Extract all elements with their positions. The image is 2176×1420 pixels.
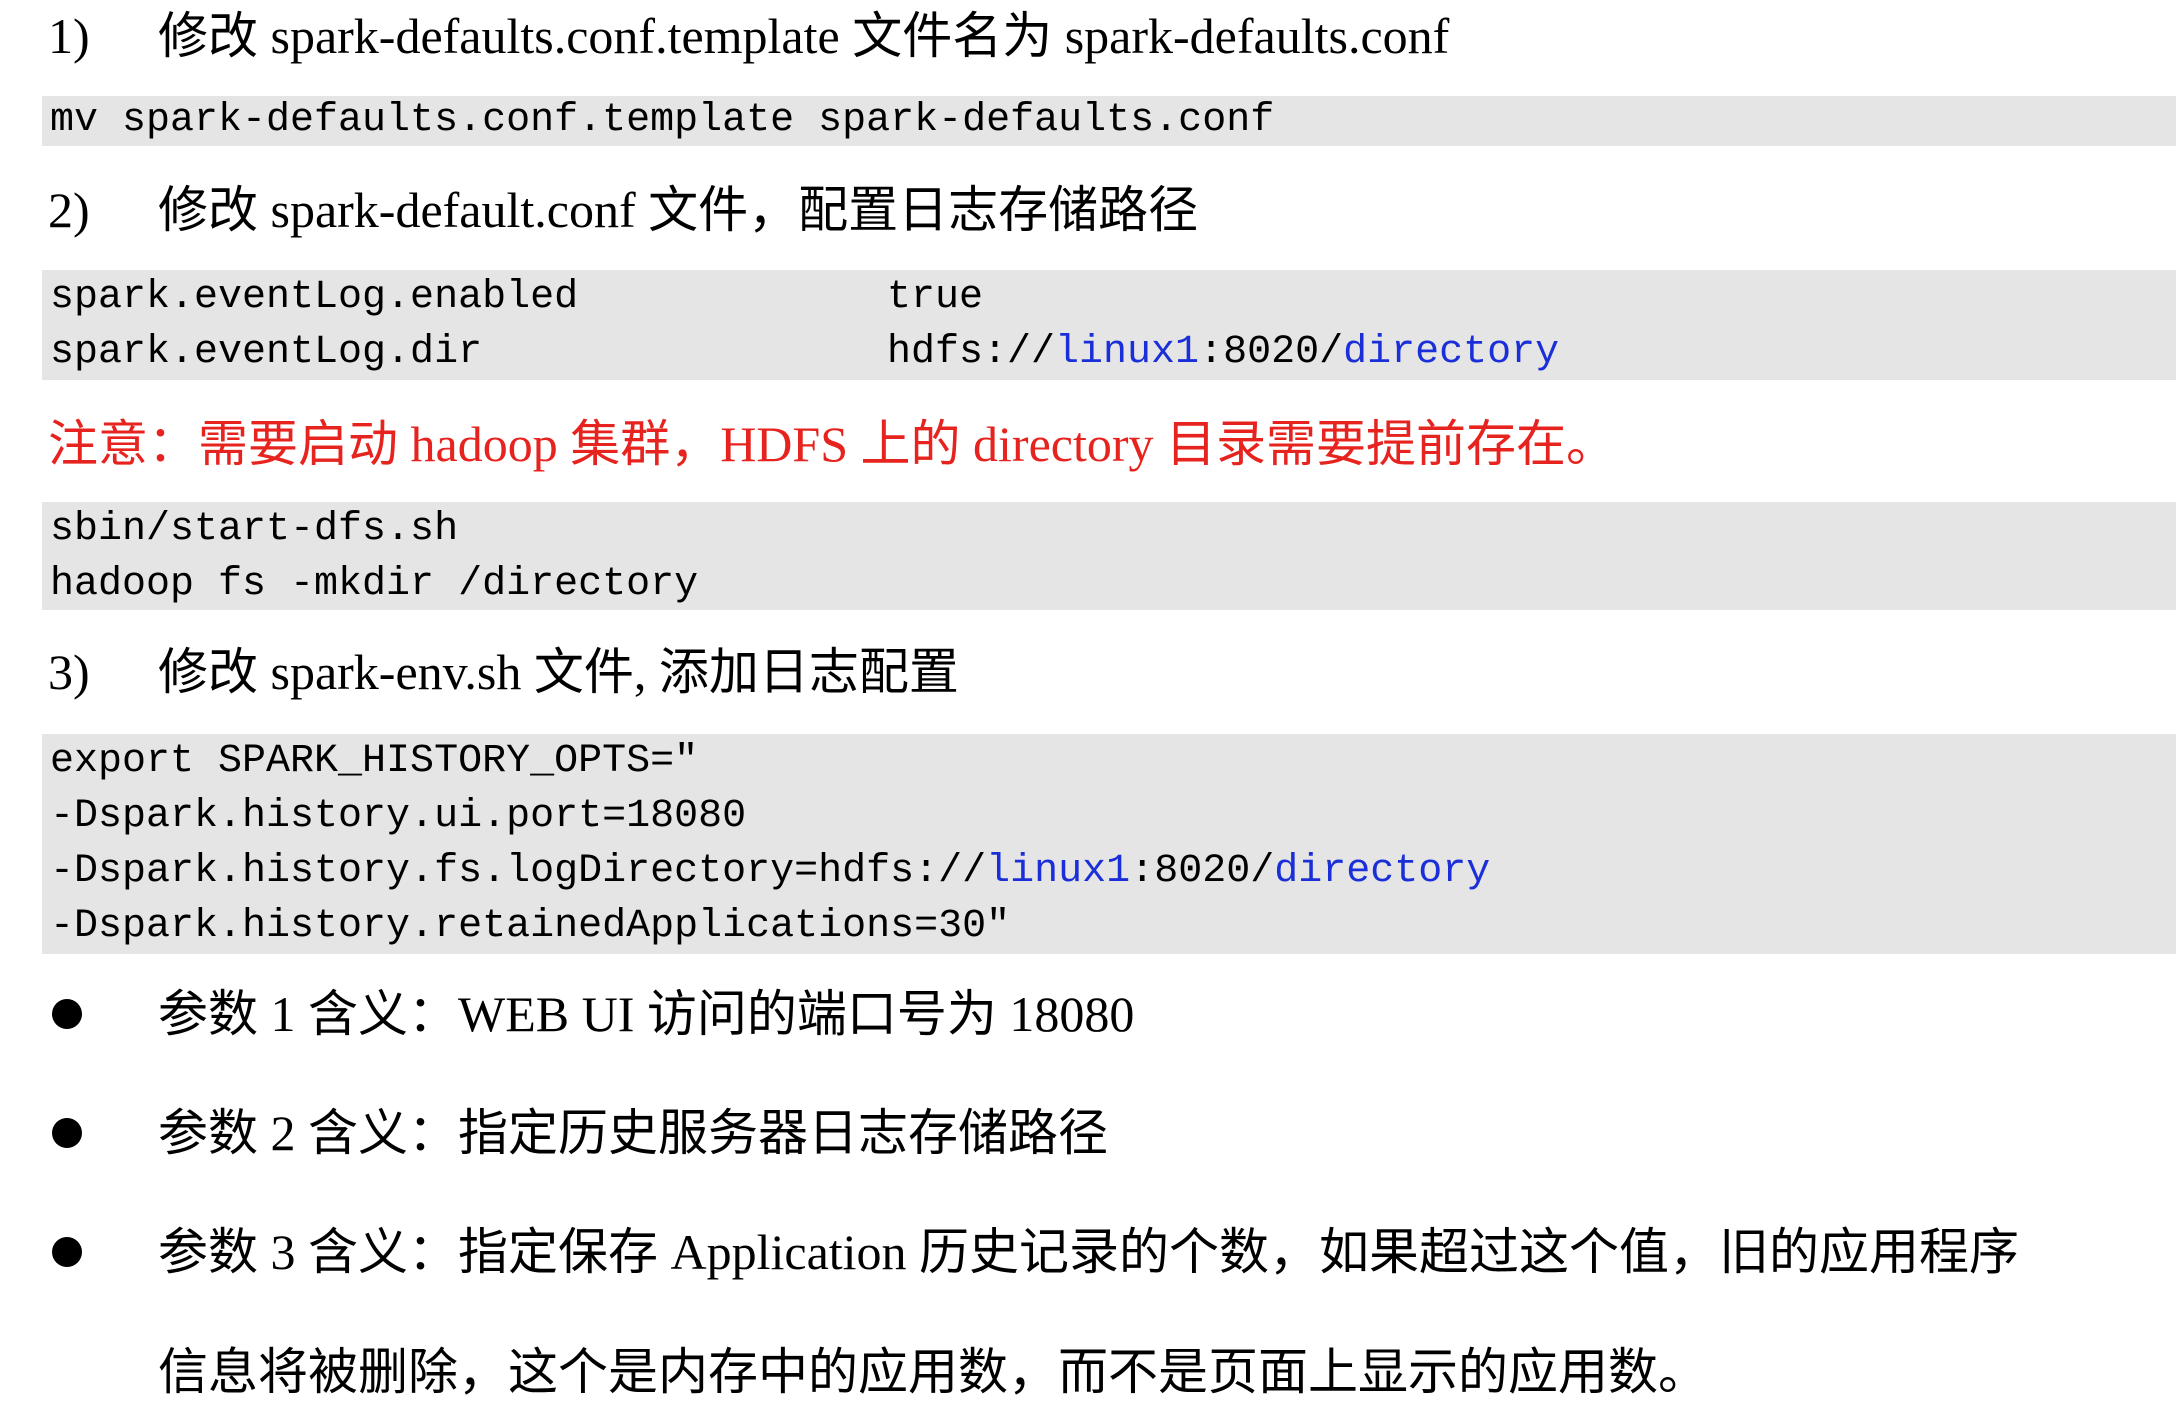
bullet-dot <box>52 1118 82 1148</box>
config-value-prefix: hdfs:// <box>887 330 1056 375</box>
code-line: export SPARK_HISTORY_OPTS=" <box>50 739 699 784</box>
warning-note: 注意：需要启动 hadoop 集群，HDFS 上的 directory 目录需要… <box>48 416 1616 472</box>
step-text: 修改 spark-env.sh 文件, 添加日志配置 <box>158 644 959 700</box>
config-value-port: :8020/ <box>1199 330 1344 375</box>
code-line: hadoop fs -mkdir /directory <box>50 562 699 607</box>
step-text: 修改 spark-default.conf 文件，配置日志存储路径 <box>158 182 1199 238</box>
bullet-text-2: 参数 2 含义：指定历史服务器日志存储路径 <box>158 1105 1108 1161</box>
code-block-hdfs: sbin/start-dfs.sh hadoop fs -mkdir /dire… <box>42 502 2176 610</box>
code-block-defaults-conf: spark.eventLog.enabled true spark.eventLo… <box>42 270 2176 380</box>
host-link: linux1 <box>1055 330 1200 375</box>
step-1-heading: 1) 修改 spark-defaults.conf.template 文件名为 s… <box>48 0 1449 72</box>
path-link: directory <box>1274 849 1491 894</box>
step-number: 3) <box>48 644 90 700</box>
bullet-text-1: 参数 1 含义：WEB UI 访问的端口号为 18080 <box>158 986 1135 1042</box>
host-link: linux1 <box>986 849 1131 894</box>
step-text: 修改 spark-defaults.conf.template 文件名为 spa… <box>158 8 1450 64</box>
code-block-env-sh: export SPARK_HISTORY_OPTS=" -Dspark.hist… <box>42 734 2176 954</box>
bullet-dot <box>52 1237 82 1267</box>
code-block-rename: mv spark-defaults.conf.template spark-de… <box>42 96 2176 146</box>
bullet-text-3: 参数 3 含义：指定保存 Application 历史记录的个数，如果超过这个值… <box>158 1224 2020 1280</box>
step-number: 2) <box>48 182 90 238</box>
config-value-port: :8020/ <box>1130 849 1275 894</box>
code-line: sbin/start-dfs.sh <box>50 507 459 552</box>
code-line: mv spark-defaults.conf.template spark-de… <box>50 98 1275 143</box>
step-2-heading: 2) 修改 spark-default.conf 文件，配置日志存储路径 <box>48 174 1198 246</box>
config-value-prefix: -Dspark.history.fs.logDirectory=hdfs:// <box>50 849 987 894</box>
code-line: -Dspark.history.ui.port=18080 <box>50 794 747 839</box>
path-link: directory <box>1343 330 1560 375</box>
code-line: spark.eventLog.dir hdfs://linux1:8020/dir… <box>50 325 2176 380</box>
config-key: spark.eventLog.dir <box>50 330 483 375</box>
code-line: -Dspark.history.retainedApplications=30" <box>50 904 1011 949</box>
config-key: spark.eventLog.enabled <box>50 275 579 320</box>
bullet-dot <box>52 999 82 1029</box>
code-line: -Dspark.history.fs.logDirectory=hdfs://l… <box>50 844 2176 899</box>
config-value: true <box>887 275 984 320</box>
step-3-heading: 3) 修改 spark-env.sh 文件, 添加日志配置 <box>48 636 959 708</box>
bullet-text-3-continued: 信息将被删除，这个是内存中的应用数，而不是页面上显示的应用数。 <box>158 1344 1708 1400</box>
step-number: 1) <box>48 8 90 64</box>
code-line: spark.eventLog.enabled true <box>50 270 2176 325</box>
